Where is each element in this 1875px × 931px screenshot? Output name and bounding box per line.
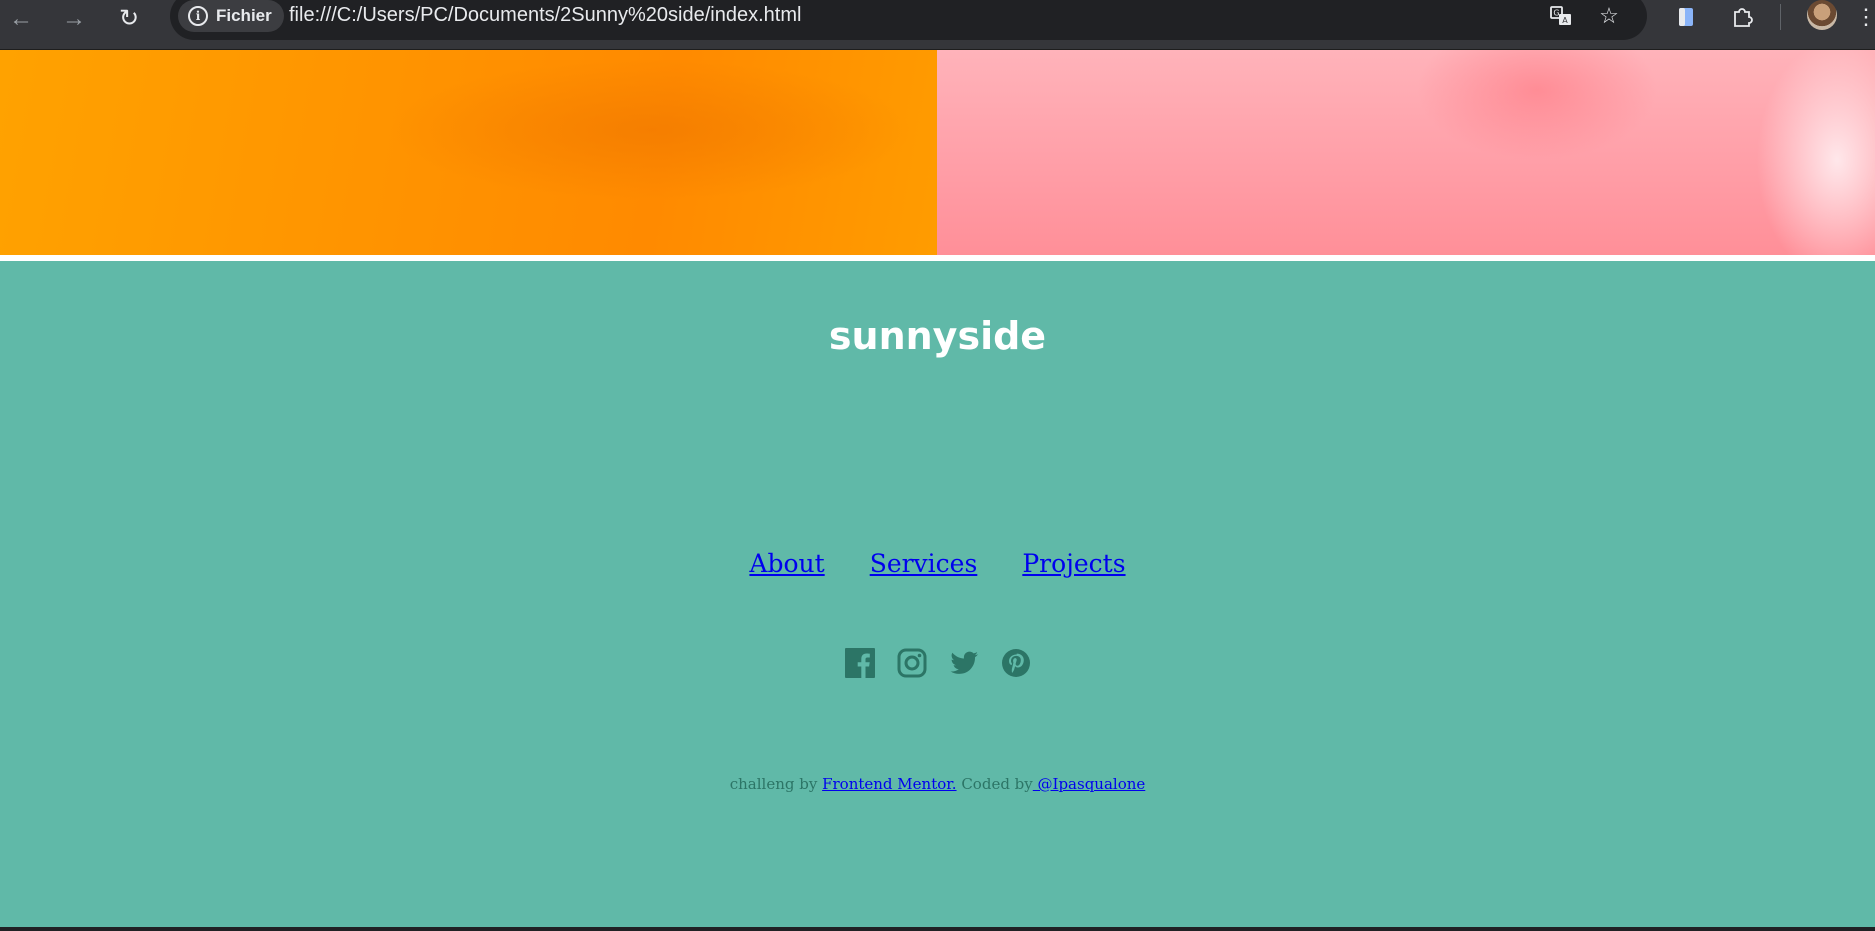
twitter-icon[interactable] [949,648,979,678]
back-icon[interactable]: ← [4,2,38,36]
menu-icon[interactable]: ⋮ [1855,0,1875,34]
address-bar[interactable]: i Fichier file:///C:/Users/PC/Documents/… [170,0,1647,40]
star-icon[interactable]: ☆ [1593,0,1625,32]
gallery-image-pink [937,50,1875,255]
gallery-image-orange [0,50,937,255]
footer-logo: sunnyside [828,314,1047,358]
site-footer: sunnyside About Services Projects challe… [0,261,1875,927]
instagram-icon[interactable] [897,648,927,678]
toolbar-divider [1780,4,1781,30]
svg-text:A: A [1562,16,1568,25]
url-text[interactable]: file:///C:/Users/PC/Documents/2Sunny%20s… [289,4,801,27]
svg-text:G: G [1553,9,1559,18]
window-bottom-edge [0,927,1875,931]
nav-link-services[interactable]: Services [870,549,978,578]
translate-icon[interactable]: AG [1545,0,1577,32]
profile-avatar[interactable] [1807,0,1837,30]
reload-icon[interactable]: ↻ [112,2,146,36]
social-links [0,648,1875,678]
nav-link-projects[interactable]: Projects [1022,549,1125,578]
site-chip-label: Fichier [216,6,272,25]
nav-link-about[interactable]: About [749,549,824,578]
info-icon: i [188,6,208,26]
browser-toolbar: ← → ↻ i Fichier file:///C:/Users/PC/Docu… [0,0,1875,50]
attribution-prefix: challeng by [729,775,818,793]
side-panel-icon[interactable] [1668,0,1704,34]
facebook-icon[interactable] [844,648,875,678]
extensions-icon[interactable] [1724,0,1760,34]
attribution-text: challeng by Frontend Mentor. Coded by @I… [0,775,1875,793]
attribution-coded-by: Coded by [961,775,1033,793]
forward-icon[interactable]: → [57,2,91,36]
frontend-mentor-link[interactable]: Frontend Mentor. [822,775,956,793]
author-link[interactable]: @Ipasqualone [1033,775,1146,793]
site-info-chip[interactable]: i Fichier [178,0,284,32]
pinterest-icon[interactable] [1001,648,1031,678]
page-viewport: sunnyside About Services Projects challe… [0,50,1875,927]
footer-nav: About Services Projects [0,549,1875,578]
